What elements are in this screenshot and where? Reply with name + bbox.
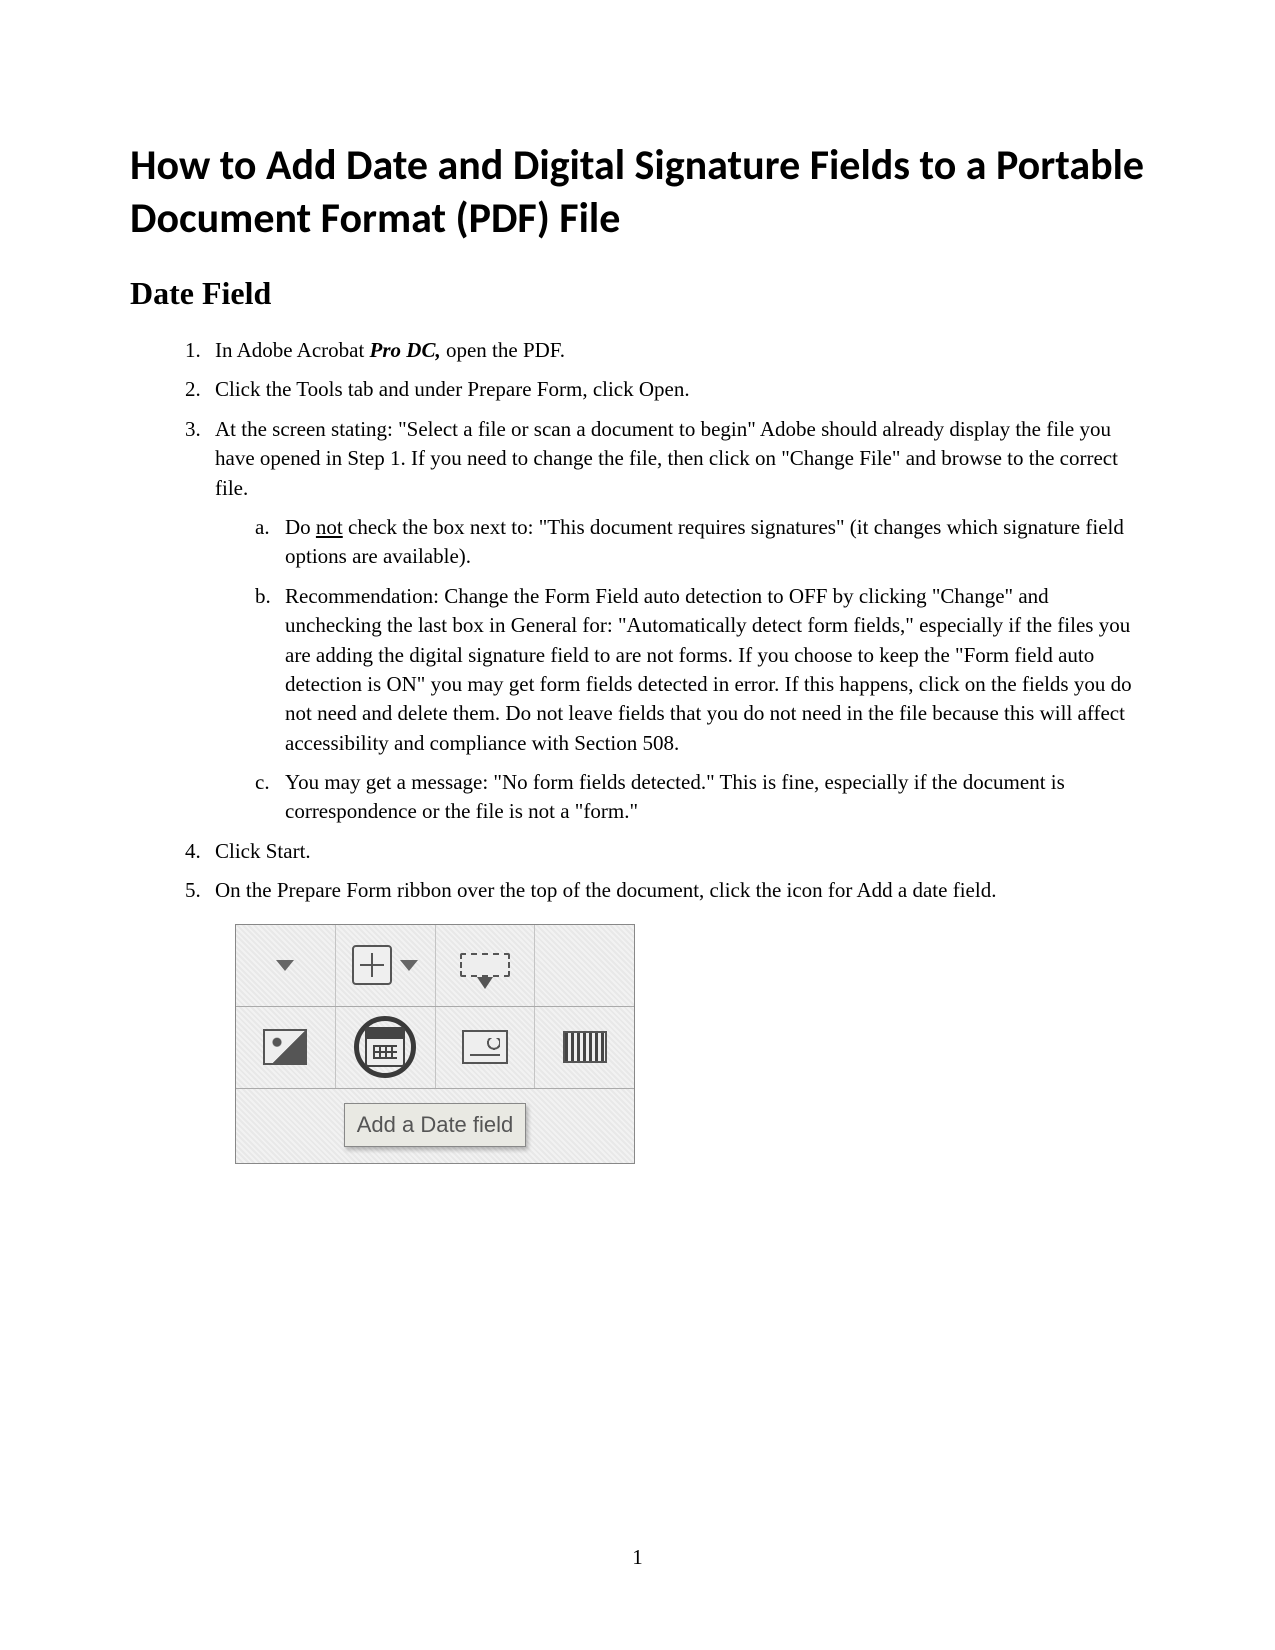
step-3a-post: check the box next to: "This document re… [285,515,1124,568]
list-marker: 5. [185,876,201,905]
ribbon-row-bottom [236,1007,634,1089]
ribbon-row-top [236,925,634,1007]
step-4: 4. Click Start. [185,837,1145,866]
step-1-text-post: open the PDF. [441,338,565,362]
page-title: How to Add Date and Digital Signature Fi… [130,140,1145,245]
step-3a-underline: not [316,515,343,539]
list-marker: a. [255,513,270,542]
chevron-down-icon [276,960,294,971]
step-4-text: Click Start. [215,839,311,863]
list-marker: 1. [185,336,201,365]
text-field-icon [352,945,392,985]
list-marker: 2. [185,375,201,404]
chevron-down-icon [400,960,418,971]
ribbon-insert-cell [436,925,536,1006]
step-1-text-pre: In Adobe Acrobat [215,338,370,362]
step-3c: c. You may get a message: "No form field… [255,768,1145,827]
steps-list: 1. In Adobe Acrobat Pro DC, open the PDF… [130,336,1145,1164]
ribbon-date-cell [336,1007,436,1088]
step-3b-text: Recommendation: Change the Form Field au… [285,584,1132,755]
date-field-icon [365,1027,405,1067]
list-marker: 3. [185,415,201,444]
step-3a: a. Do not check the box next to: "This d… [255,513,1145,572]
ribbon-empty-cell [535,925,634,1006]
step-2-text: Click the Tools tab and under Prepare Fo… [215,377,690,401]
step-3c-text: You may get a message: "No form fields d… [285,770,1065,823]
highlight-circle [354,1016,416,1078]
ribbon-signature-cell [436,1007,536,1088]
step-3-sublist: a. Do not check the box next to: "This d… [215,513,1145,827]
step-1: 1. In Adobe Acrobat Pro DC, open the PDF… [185,336,1145,365]
step-3-text: At the screen stating: "Select a file or… [215,417,1118,500]
tooltip-container: Add a Date field [325,1103,545,1148]
step-3a-pre: Do [285,515,316,539]
step-5: 5. On the Prepare Form ribbon over the t… [185,876,1145,1164]
page-number: 1 [0,1545,1275,1570]
list-marker: 4. [185,837,201,866]
document-page: How to Add Date and Digital Signature Fi… [0,0,1275,1164]
ribbon-dropdown-cell [236,925,336,1006]
dropdown-field-icon [460,953,510,977]
list-marker: c. [255,768,270,797]
barcode-field-icon [563,1031,607,1063]
tooltip-label: Add a Date field [344,1103,527,1148]
step-2: 2. Click the Tools tab and under Prepare… [185,375,1145,404]
step-1-emphasis: Pro DC, [370,338,441,362]
ribbon-textbox-cell [336,925,436,1006]
ribbon-barcode-cell [535,1007,634,1088]
prepare-form-ribbon-figure: Add a Date field [235,924,635,1165]
list-marker: b. [255,582,271,611]
step-3: 3. At the screen stating: "Select a file… [185,415,1145,827]
image-field-icon [263,1029,307,1065]
ribbon-image-cell [236,1007,336,1088]
signature-field-icon [462,1030,508,1064]
step-3b: b. Recommendation: Change the Form Field… [255,582,1145,758]
section-heading: Date Field [130,275,1145,312]
step-5-text: On the Prepare Form ribbon over the top … [215,878,996,902]
